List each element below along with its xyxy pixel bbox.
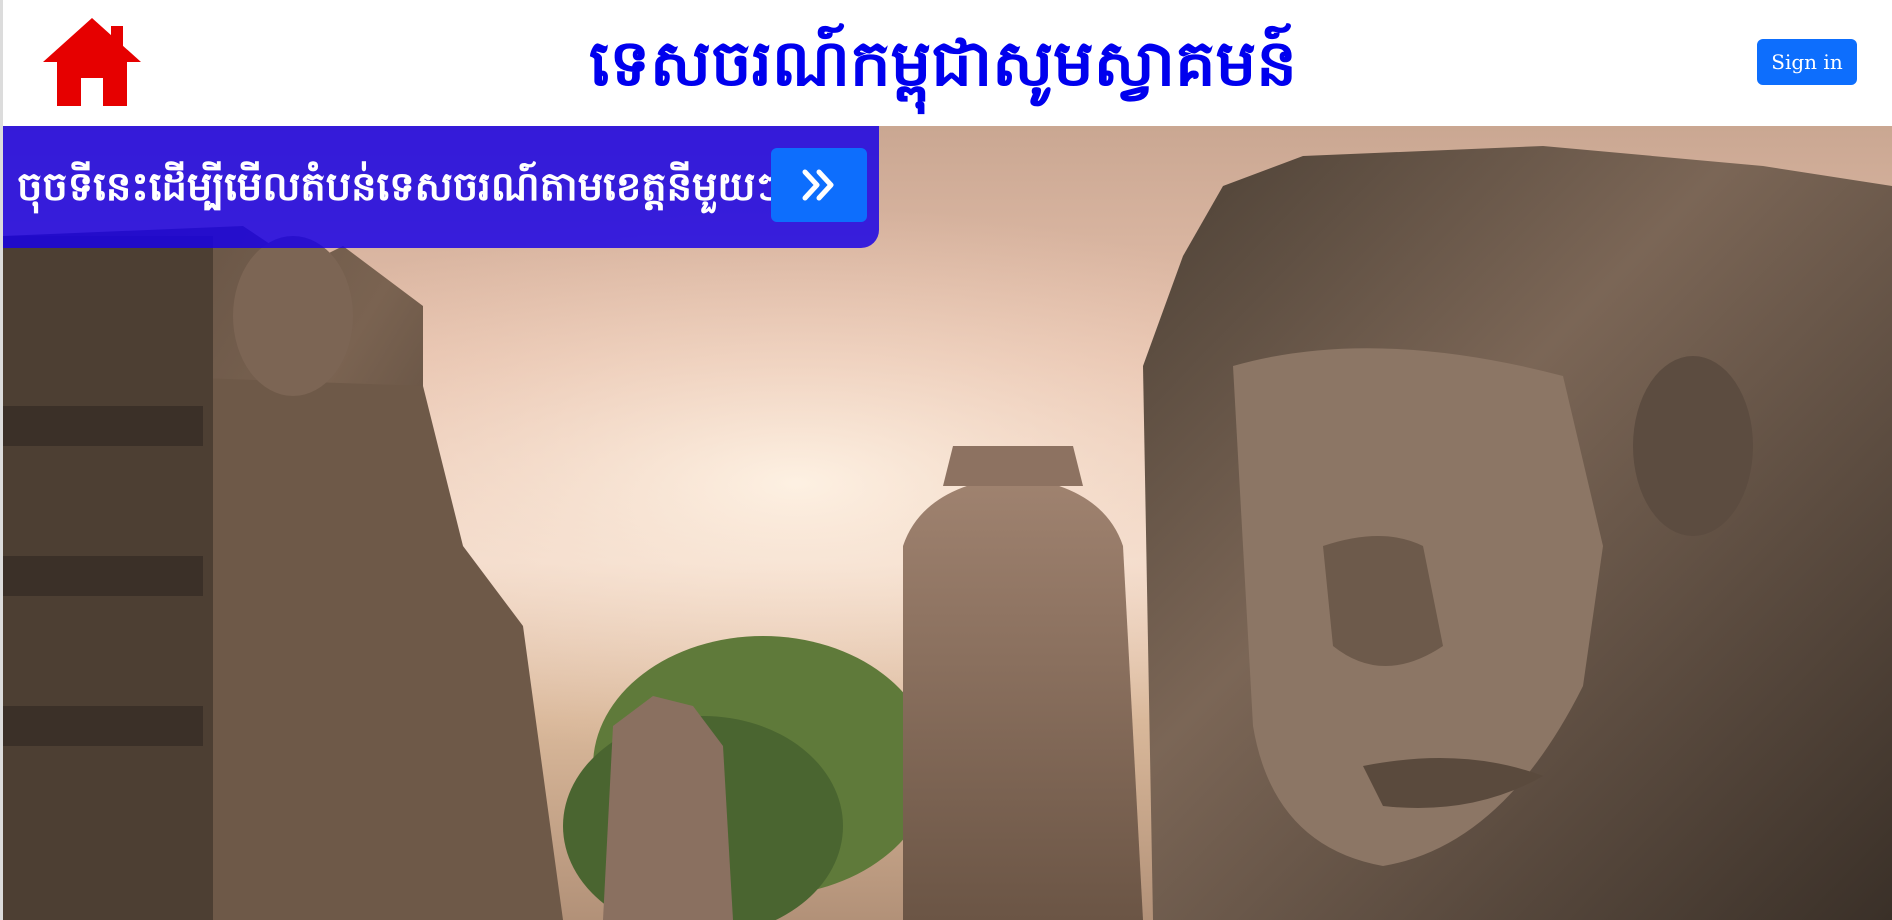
double-chevron-right-icon [802, 169, 834, 201]
view-provinces-button[interactable] [771, 148, 867, 222]
banner-text: ចុចទីនេះដើម្បីមើលតំបន់ទេសចរណ៍តាមខេត្តនីម… [17, 163, 782, 210]
header: ទេសចរណ៍កម្ពុជាសូមស្វាគមន៍ Sign in [3, 0, 1892, 126]
home-button[interactable] [41, 16, 143, 108]
site-title: ទេសចរណ៍កម្ពុជាសូមស្វាគមន៍ [589, 26, 1297, 101]
sign-in-button[interactable]: Sign in [1757, 39, 1857, 85]
page: ទេសចរណ៍កម្ពុជាសូមស្វាគមន៍ Sign in ចុចទីន… [0, 0, 1892, 920]
home-icon [43, 18, 141, 106]
province-banner: ចុចទីនេះដើម្បីមើលតំបន់ទេសចរណ៍តាមខេត្តនីម… [3, 126, 879, 248]
